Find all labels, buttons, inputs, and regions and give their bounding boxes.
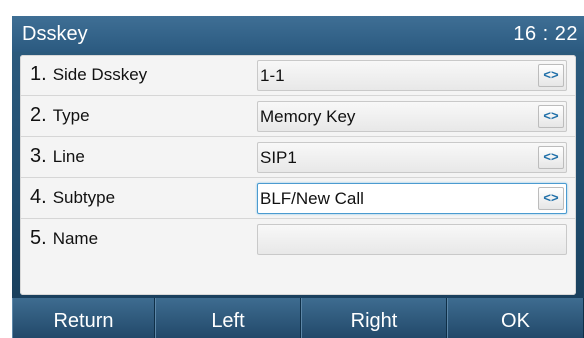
title-bar: Dsskey 16 : 22 (12, 16, 584, 52)
field-value: BLF/New Call (260, 189, 364, 208)
line-field[interactable]: SIP1 <> (257, 142, 567, 173)
clock: 16 : 22 (513, 23, 578, 45)
row-label: 5. Name (30, 227, 99, 249)
field-value: Memory Key (260, 107, 356, 126)
name-input[interactable] (257, 224, 567, 255)
row-side-dsskey[interactable]: 1. Side Dsskey 1-1 <> (20, 55, 576, 96)
field-value: 1-1 (260, 66, 285, 85)
row-name[interactable]: 5. Name (20, 219, 576, 260)
row-line[interactable]: 3. Line SIP1 <> (20, 137, 576, 178)
subtype-field[interactable]: BLF/New Call <> (257, 183, 567, 214)
right-button[interactable]: Right (301, 298, 447, 338)
type-field[interactable]: Memory Key <> (257, 101, 567, 132)
left-right-arrows-icon[interactable]: <> (538, 105, 564, 128)
left-right-arrows-icon[interactable]: <> (538, 187, 564, 210)
left-right-arrows-icon[interactable]: <> (538, 146, 564, 169)
left-button[interactable]: Left (155, 298, 301, 338)
softkey-bar: Return Left Right OK (12, 298, 584, 338)
ok-button[interactable]: OK (447, 298, 584, 338)
row-subtype[interactable]: 4. Subtype BLF/New Call <> (20, 178, 576, 219)
row-label: 1. Side Dsskey (30, 63, 148, 85)
settings-panel: 1. Side Dsskey 1-1 <> 2. Type Memory Key <… (20, 55, 576, 295)
phone-screen: Dsskey 16 : 22 1. Side Dsskey 1-1 <> 2. Ty… (12, 16, 584, 338)
side-dsskey-field[interactable]: 1-1 <> (257, 60, 567, 91)
field-value: SIP1 (260, 148, 297, 167)
screen-title: Dsskey (22, 23, 88, 45)
return-button[interactable]: Return (12, 298, 155, 338)
row-label: 3. Line (30, 145, 85, 167)
left-right-arrows-icon[interactable]: <> (538, 64, 564, 87)
row-label: 2. Type (30, 104, 90, 126)
row-label: 4. Subtype (30, 186, 116, 208)
row-type[interactable]: 2. Type Memory Key <> (20, 96, 576, 137)
